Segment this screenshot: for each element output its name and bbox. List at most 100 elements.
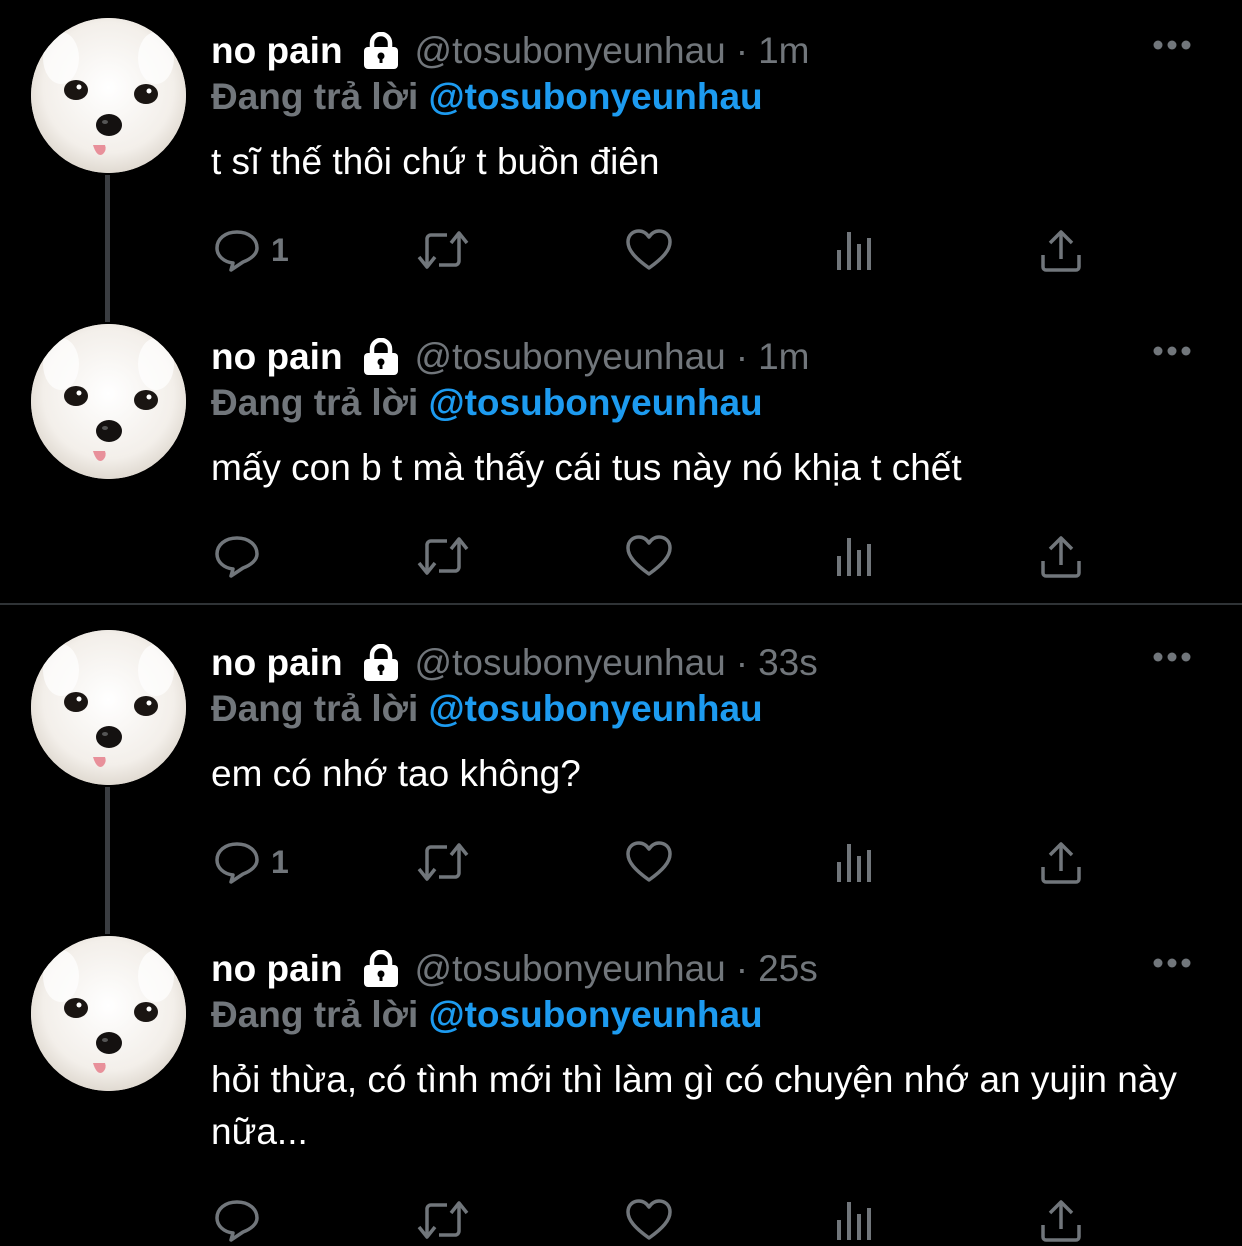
views-icon bbox=[835, 840, 875, 884]
user-handle[interactable]: @tosubonyeunhau bbox=[415, 642, 726, 684]
retweet-button[interactable] bbox=[415, 224, 471, 276]
tweet[interactable]: no pain @tosubonyeunhau · 33s Đang trả l… bbox=[0, 612, 1242, 934]
reply-button[interactable] bbox=[213, 1194, 271, 1246]
tweet-text: mấy con b t mà thấy cái tus này nó khịa … bbox=[211, 447, 962, 488]
share-button[interactable] bbox=[1039, 224, 1083, 276]
tweet-text: t sĩ thế thôi chứ t buồn điên bbox=[211, 141, 660, 182]
mention-link[interactable]: @tosubonyeunhau bbox=[429, 994, 763, 1035]
reply-button[interactable] bbox=[213, 530, 271, 582]
replying-to-label: Đang trả lời bbox=[211, 76, 419, 117]
share-button[interactable] bbox=[1039, 530, 1083, 582]
lock-icon bbox=[361, 949, 401, 988]
retweet-icon bbox=[415, 1197, 471, 1243]
like-icon bbox=[625, 228, 673, 272]
tweet-actions bbox=[211, 530, 1091, 582]
display-name[interactable]: no pain bbox=[211, 30, 343, 72]
views-button[interactable] bbox=[835, 530, 875, 582]
timestamp[interactable]: 1m bbox=[758, 336, 809, 378]
like-icon bbox=[625, 1198, 673, 1242]
user-handle[interactable]: @tosubonyeunhau bbox=[415, 30, 726, 72]
share-icon bbox=[1039, 1197, 1083, 1243]
avatar[interactable] bbox=[31, 630, 186, 785]
display-name[interactable]: no pain bbox=[211, 336, 343, 378]
like-button[interactable] bbox=[625, 836, 673, 888]
like-button[interactable] bbox=[625, 530, 673, 582]
tweet-header: no pain @tosubonyeunhau · 25s bbox=[211, 945, 818, 993]
tweet-actions: 1 bbox=[211, 224, 1091, 276]
tweet-text: em có nhớ tao không? bbox=[211, 753, 581, 794]
separator-dot: · bbox=[735, 336, 749, 377]
mention-link[interactable]: @tosubonyeunhau bbox=[429, 382, 763, 423]
section-divider bbox=[0, 603, 1242, 605]
display-name[interactable]: no pain bbox=[211, 948, 343, 990]
retweet-icon bbox=[415, 839, 471, 885]
more-options-icon[interactable] bbox=[1152, 650, 1192, 662]
reply-count: 1 bbox=[271, 843, 289, 880]
more-options-icon[interactable] bbox=[1152, 956, 1192, 968]
views-icon bbox=[835, 534, 875, 578]
lock-icon bbox=[361, 31, 401, 70]
views-icon bbox=[835, 1198, 875, 1242]
tweet-text: hỏi thừa, có tình mới thì làm gì có chuy… bbox=[211, 1059, 1177, 1152]
views-button[interactable] bbox=[835, 836, 875, 888]
views-button[interactable] bbox=[835, 1194, 875, 1246]
thread-connector bbox=[105, 787, 110, 934]
share-icon bbox=[1039, 227, 1083, 273]
more-options-icon[interactable] bbox=[1152, 344, 1192, 356]
timestamp[interactable]: 25s bbox=[758, 948, 818, 990]
more-options-icon[interactable] bbox=[1152, 38, 1192, 50]
replying-to: Đang trả lời @tosubonyeunhau bbox=[211, 382, 763, 424]
display-name[interactable]: no pain bbox=[211, 642, 343, 684]
user-handle[interactable]: @tosubonyeunhau bbox=[415, 948, 726, 990]
reply-icon bbox=[213, 226, 261, 274]
tweet[interactable]: no pain @tosubonyeunhau · 1m Đang trả lờ… bbox=[0, 306, 1242, 612]
lock-icon bbox=[361, 643, 401, 682]
timestamp[interactable]: 1m bbox=[758, 30, 809, 72]
timestamp[interactable]: 33s bbox=[758, 642, 818, 684]
separator-dot: · bbox=[735, 642, 749, 683]
like-button[interactable] bbox=[625, 1194, 673, 1246]
mention-link[interactable]: @tosubonyeunhau bbox=[429, 76, 763, 117]
share-button[interactable] bbox=[1039, 836, 1083, 888]
user-handle[interactable]: @tosubonyeunhau bbox=[415, 336, 726, 378]
views-icon bbox=[835, 228, 875, 272]
reply-icon bbox=[213, 1196, 261, 1244]
tweet-header: no pain @tosubonyeunhau · 1m bbox=[211, 333, 809, 381]
avatar[interactable] bbox=[31, 324, 186, 479]
avatar[interactable] bbox=[31, 18, 186, 173]
replying-to-label: Đang trả lời bbox=[211, 994, 419, 1035]
retweet-button[interactable] bbox=[415, 1194, 471, 1246]
replying-to: Đang trả lời @tosubonyeunhau bbox=[211, 688, 763, 730]
share-icon bbox=[1039, 839, 1083, 885]
tweet-header: no pain @tosubonyeunhau · 33s bbox=[211, 639, 818, 687]
retweet-icon bbox=[415, 533, 471, 579]
retweet-button[interactable] bbox=[415, 530, 471, 582]
separator-dot: · bbox=[735, 948, 749, 989]
tweet-header: no pain @tosubonyeunhau · 1m bbox=[211, 27, 809, 75]
tweet[interactable]: no pain @tosubonyeunhau · 25s Đang trả l… bbox=[0, 918, 1242, 1242]
reply-button[interactable]: 1 bbox=[213, 836, 289, 888]
reply-icon bbox=[213, 838, 261, 886]
like-icon bbox=[625, 840, 673, 884]
tweet[interactable]: no pain @tosubonyeunhau · 1m Đang trả lờ… bbox=[0, 0, 1242, 322]
avatar[interactable] bbox=[31, 936, 186, 1091]
reply-icon bbox=[213, 532, 261, 580]
like-button[interactable] bbox=[625, 224, 673, 276]
thread-connector bbox=[105, 175, 110, 322]
like-icon bbox=[625, 534, 673, 578]
reply-button[interactable]: 1 bbox=[213, 224, 289, 276]
views-button[interactable] bbox=[835, 224, 875, 276]
retweet-icon bbox=[415, 227, 471, 273]
tweet-actions bbox=[211, 1194, 1091, 1246]
retweet-button[interactable] bbox=[415, 836, 471, 888]
share-icon bbox=[1039, 533, 1083, 579]
replying-to: Đang trả lời @tosubonyeunhau bbox=[211, 76, 763, 118]
tweet-actions: 1 bbox=[211, 836, 1091, 888]
replying-to: Đang trả lời @tosubonyeunhau bbox=[211, 994, 763, 1036]
separator-dot: · bbox=[735, 30, 749, 71]
replying-to-label: Đang trả lời bbox=[211, 382, 419, 423]
mention-link[interactable]: @tosubonyeunhau bbox=[429, 688, 763, 729]
reply-count: 1 bbox=[271, 231, 289, 268]
share-button[interactable] bbox=[1039, 1194, 1083, 1246]
replying-to-label: Đang trả lời bbox=[211, 688, 419, 729]
